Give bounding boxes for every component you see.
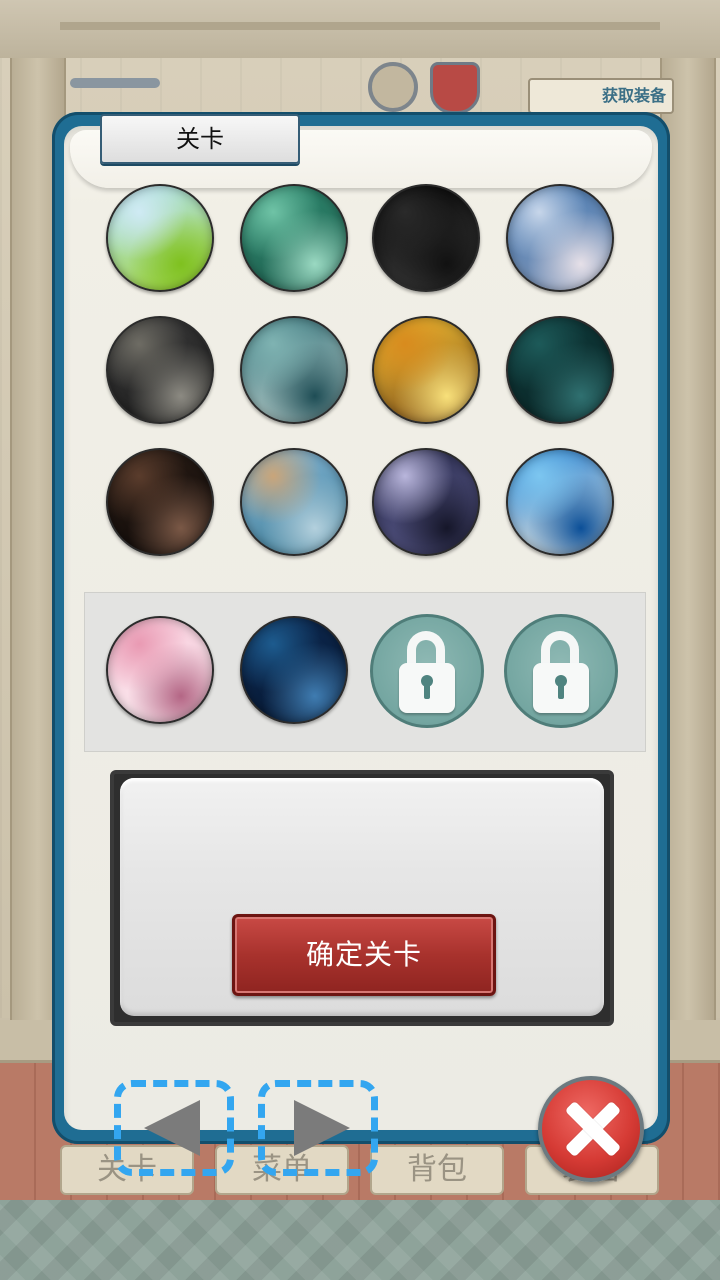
beach-level-12[interactable] — [506, 448, 614, 556]
forest-level-2[interactable] — [240, 184, 348, 292]
arrow-left-icon — [144, 1100, 200, 1156]
previous-page-button[interactable] — [114, 1080, 234, 1176]
get-equipment-badge[interactable]: 获取装备 — [528, 78, 674, 114]
cave-level-3[interactable] — [372, 184, 480, 292]
locked-level-3[interactable] — [370, 614, 484, 728]
round-shield-icon — [368, 62, 418, 112]
sword-icon — [70, 78, 160, 88]
lock-icon — [533, 663, 589, 713]
next-page-button[interactable] — [258, 1080, 378, 1176]
confirm-level-button[interactable]: 确定关卡 — [232, 914, 496, 996]
pink-temple-special-level-1[interactable] — [106, 616, 214, 724]
dialog-title: 关卡 — [100, 114, 300, 164]
rock-cave-level-5[interactable] — [106, 316, 214, 424]
close-button[interactable] — [538, 1076, 644, 1182]
crystal-cave-level-11[interactable] — [372, 448, 480, 556]
arrow-right-icon — [294, 1100, 350, 1156]
tab-bag[interactable]: 背包 — [370, 1145, 504, 1195]
river-level-6[interactable] — [240, 316, 348, 424]
underwater-ruin-special-level-2[interactable] — [240, 616, 348, 724]
lock-icon — [399, 663, 455, 713]
grassland-level-1[interactable] — [106, 184, 214, 292]
mansion-hall-level-9[interactable] — [106, 448, 214, 556]
autumn-field-level-7[interactable] — [372, 316, 480, 424]
dark-ruin-level-8[interactable] — [506, 316, 614, 424]
shield-icon — [430, 62, 480, 114]
lake-level-10[interactable] — [240, 448, 348, 556]
background-ground — [0, 1200, 720, 1280]
locked-level-4[interactable] — [504, 614, 618, 728]
snow-mountain-level-4[interactable] — [506, 184, 614, 292]
background-top-frame — [0, 0, 720, 61]
